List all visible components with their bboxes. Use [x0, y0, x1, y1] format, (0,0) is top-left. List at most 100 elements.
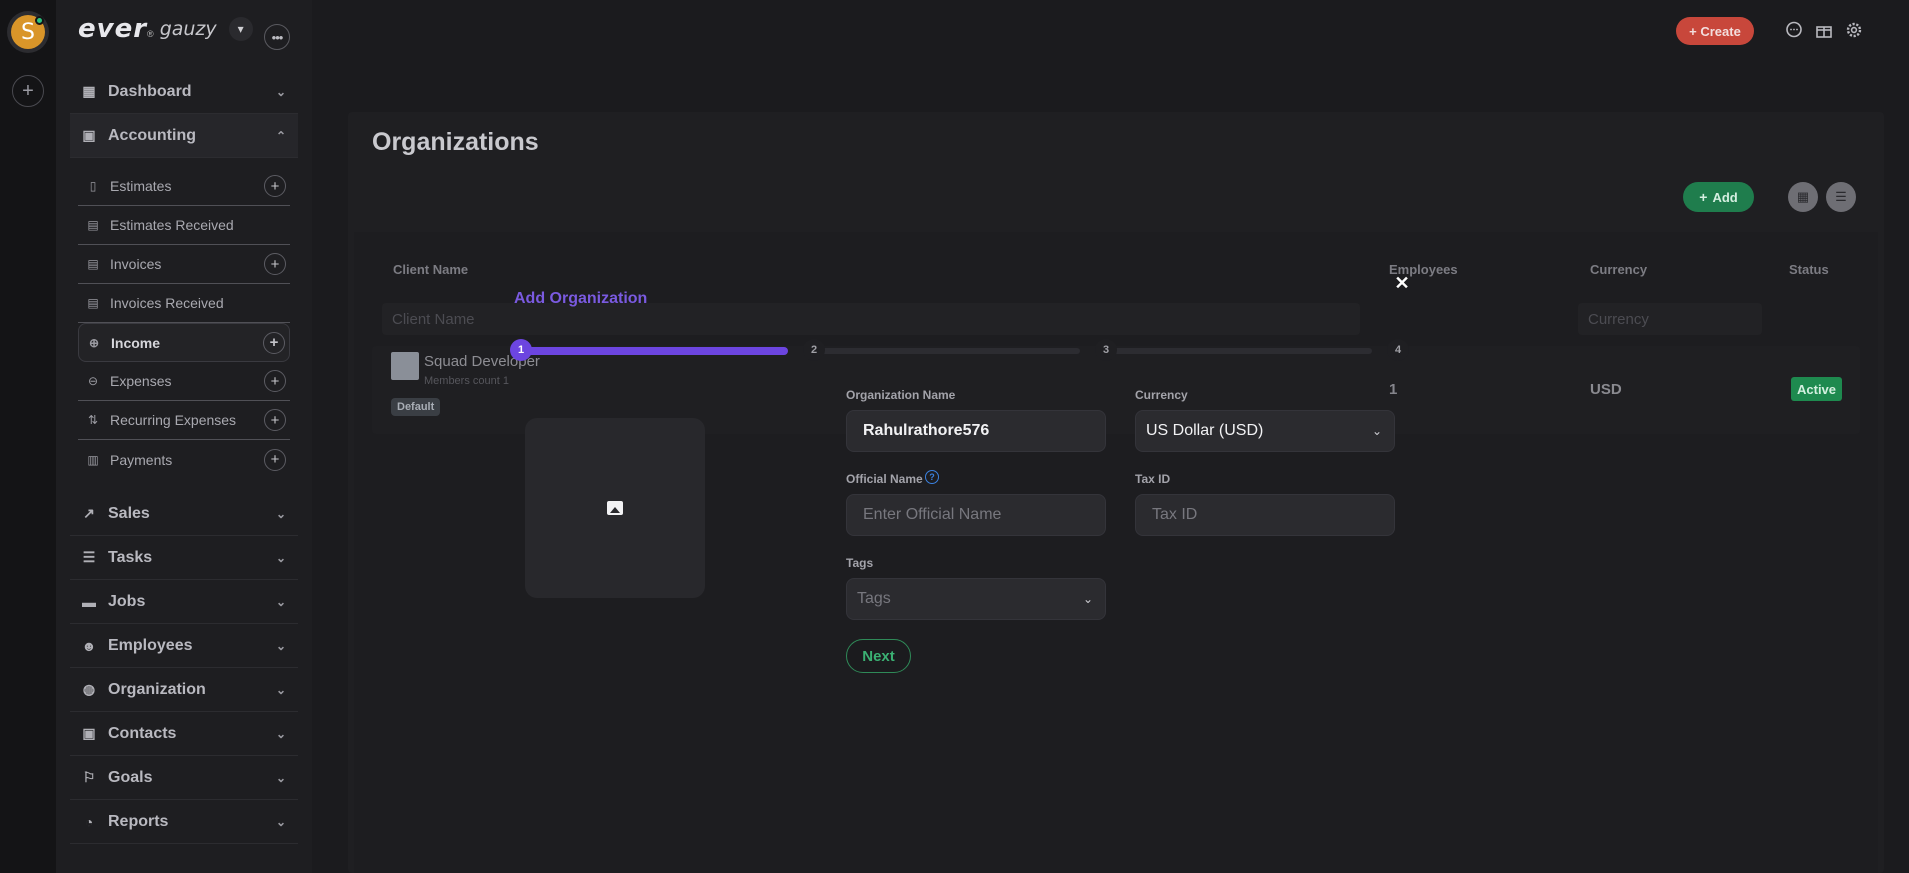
tax-id-label: Tax ID: [1135, 472, 1171, 486]
online-status-dot: [35, 16, 44, 25]
gear-icon[interactable]: [1844, 20, 1864, 40]
sub-item-label: Payments: [110, 451, 173, 468]
chevron-down-icon: ⌄: [275, 726, 286, 741]
sidebar-item-label: Employees: [108, 636, 193, 654]
sidebar-item-jobs[interactable]: ▬ Jobs ⌄: [70, 580, 298, 624]
sidebar-item-accounting[interactable]: ▣ Accounting ⌃: [70, 114, 298, 158]
chevron-down-icon: ⌄: [275, 814, 286, 829]
id-card-icon: ▣: [82, 127, 96, 143]
column-header-client-name[interactable]: Client Name: [393, 262, 468, 277]
sidebar-item-goals[interactable]: ⚐ Goals ⌄: [70, 756, 298, 800]
page-title: Organizations: [372, 128, 539, 156]
grid-icon: ▦: [82, 83, 96, 99]
create-button[interactable]: + Create: [1676, 17, 1754, 45]
currency-filter[interactable]: Currency: [1578, 303, 1762, 335]
sub-item-label: Expenses: [110, 373, 172, 389]
organization-name-label: Organization Name: [846, 388, 956, 402]
app-logo[interactable]: ever ® gauzy ▾: [78, 14, 253, 44]
list-view-button[interactable]: ☰: [1826, 182, 1856, 212]
logo-registered-mark: ®: [147, 29, 154, 39]
sidebar-item-label: Accounting: [108, 126, 196, 144]
sidebar-item-label: Goals: [108, 768, 153, 786]
step-2[interactable]: 2: [803, 339, 825, 361]
sidebar-item-estimates-received[interactable]: ▤ Estimates Received: [78, 206, 290, 245]
add-organization-button[interactable]: + Add: [1683, 182, 1754, 212]
sidebar-item-contacts[interactable]: ▣ Contacts ⌄: [70, 712, 298, 756]
chevron-up-icon: ⌃: [275, 128, 286, 143]
sidebar-item-label: Sales: [108, 504, 150, 522]
step-1[interactable]: 1: [510, 339, 532, 361]
sidebar-item-dashboard[interactable]: ▦ Dashboard ⌄: [70, 70, 298, 114]
sidebar-item-organization[interactable]: ◍ Organization ⌄: [70, 668, 298, 712]
sidebar-item-estimates[interactable]: ▯ Estimates +: [78, 167, 290, 206]
sidebar-item-employees[interactable]: ☻ Employees ⌄: [70, 624, 298, 668]
file-text-icon: ▤: [87, 296, 99, 310]
accounting-submenu: ▯ Estimates + ▤ Estimates Received ▤ Inv…: [78, 167, 290, 479]
add-income-button[interactable]: +: [263, 331, 285, 354]
help-circle-icon[interactable]: ?: [925, 470, 939, 484]
column-header-currency[interactable]: Currency: [1590, 262, 1647, 277]
sidebar-item-reports[interactable]: ◔ Reports ⌄: [70, 800, 298, 844]
briefcase-icon: ▬: [82, 593, 96, 610]
row-currency: USD: [1590, 381, 1622, 398]
stepper-progress: [512, 347, 788, 355]
gift-icon[interactable]: [1814, 20, 1834, 40]
chevron-down-icon: ⌄: [275, 550, 286, 565]
sidebar-item-income[interactable]: ⊕ Income +: [78, 323, 290, 362]
tags-placeholder: Tags: [857, 590, 891, 607]
chevron-down-icon: ⌄: [1371, 424, 1382, 438]
stepper-track-3: [1104, 348, 1372, 354]
chevron-down-icon: ⌄: [275, 682, 286, 697]
close-icon[interactable]: ✕: [1393, 273, 1411, 293]
official-name-input[interactable]: Enter Official Name: [846, 494, 1106, 536]
file-text-icon: ▤: [87, 218, 99, 232]
organization-name-input[interactable]: Rahulrathore576: [846, 410, 1106, 452]
sidebar-item-recurring-expenses[interactable]: ⇅ Recurring Expenses +: [78, 401, 290, 440]
sidebar-item-expenses[interactable]: ⊖ Expenses +: [78, 362, 290, 401]
grid-view-button[interactable]: ▦: [1788, 182, 1818, 212]
sidebar-item-invoices[interactable]: ▤ Invoices +: [78, 245, 290, 284]
chevron-down-icon: ⌄: [275, 770, 286, 785]
column-header-status[interactable]: Status: [1789, 262, 1829, 277]
add-payment-button[interactable]: +: [264, 448, 286, 471]
organization-image-upload[interactable]: [525, 418, 705, 598]
step-4[interactable]: 4: [1387, 339, 1409, 361]
contact-card-icon: ▣: [82, 725, 96, 741]
sidebar-item-tasks[interactable]: ☰ Tasks ⌄: [70, 536, 298, 580]
globe-icon: ◍: [82, 681, 96, 697]
chevron-down-icon: ⌄: [275, 506, 286, 521]
list-icon: ☰: [1835, 189, 1847, 204]
sidebar-item-invoices-received[interactable]: ▤ Invoices Received: [78, 284, 290, 323]
sub-item-label: Recurring Expenses: [110, 412, 237, 428]
organization-avatar[interactable]: S: [7, 11, 49, 53]
flag-icon: ⚐: [82, 769, 96, 785]
sub-item-label: Invoices Received: [110, 295, 224, 311]
add-estimate-button[interactable]: +: [264, 175, 286, 197]
add-recurring-expense-button[interactable]: +: [264, 409, 286, 431]
more-options-button[interactable]: •••: [264, 24, 290, 50]
sub-item-label: Estimates: [110, 178, 172, 194]
logo-text: ever: [78, 14, 148, 44]
chevron-down-icon: ⌄: [1082, 592, 1093, 606]
step-3[interactable]: 3: [1095, 339, 1117, 361]
currency-label: Currency: [1135, 388, 1188, 402]
employees-count: 1: [1389, 381, 1398, 398]
sidebar-menu-bottom: ↗ Sales ⌄ ☰ Tasks ⌄ ▬ Jobs ⌄ ☻ Employees…: [70, 492, 298, 844]
add-expense-button[interactable]: +: [264, 370, 286, 392]
chevron-down-icon: ⌄: [275, 84, 286, 99]
chat-icon[interactable]: [1784, 20, 1804, 40]
tags-select[interactable]: Tags ⌄: [846, 578, 1106, 620]
add-invoice-button[interactable]: +: [264, 253, 286, 275]
sidebar-item-sales[interactable]: ↗ Sales ⌄: [70, 492, 298, 536]
sidebar-item-label: Contacts: [108, 724, 177, 742]
sidebar-item-payments[interactable]: ▥ Payments +: [78, 440, 290, 479]
chevron-down-icon: ⌄: [275, 594, 286, 609]
currency-select[interactable]: US Dollar (USD) ⌄: [1135, 410, 1395, 452]
status-badge: Active: [1791, 377, 1843, 401]
sidebar-item-label: Jobs: [108, 592, 146, 610]
tax-id-input[interactable]: Tax ID: [1135, 494, 1395, 536]
chevron-down-icon[interactable]: ▾: [228, 17, 253, 41]
image-icon: [607, 501, 623, 515]
add-workspace-button[interactable]: +: [12, 75, 44, 107]
next-button[interactable]: Next: [846, 639, 911, 673]
